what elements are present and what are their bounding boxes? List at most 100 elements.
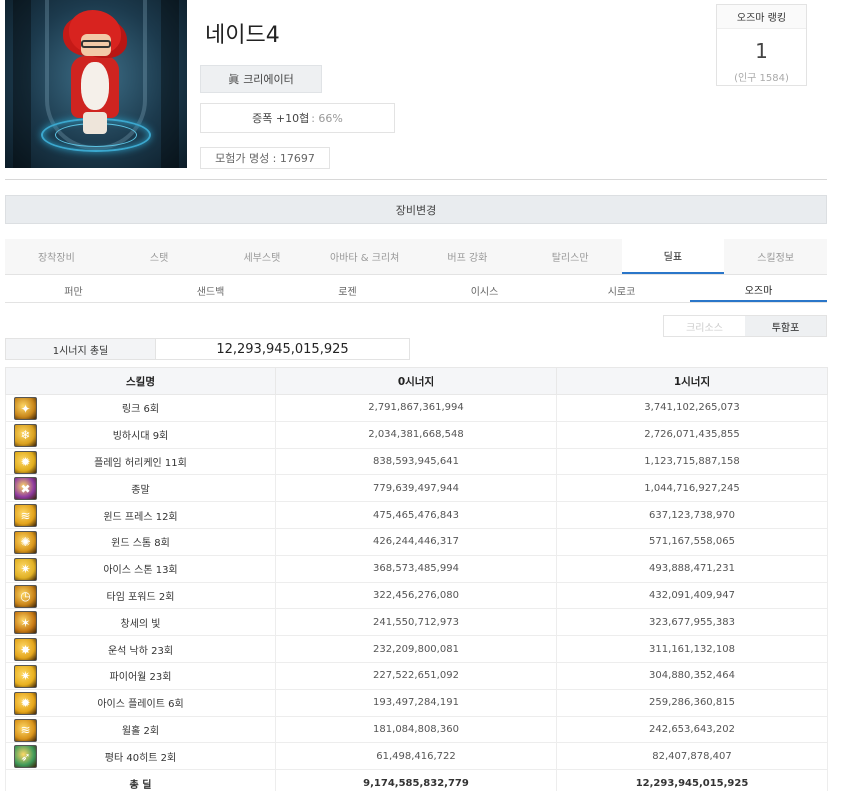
pillar-left (13, 0, 31, 168)
skill-icon: ✷ (14, 557, 37, 581)
skill-icon: ✖ (14, 477, 37, 501)
tab-equipment[interactable]: 장착장비 (5, 239, 108, 274)
damage-synergy1: 493,888,471,231 (556, 554, 828, 583)
skill-name: 평타 40히트 2회 (104, 752, 177, 764)
buff-sub: : 66% (311, 111, 343, 125)
table-row: ✖ 종말 779,639,497,944 1,044,716,927,245 (5, 474, 828, 503)
filter-option-cri[interactable]: 크리소스 (664, 316, 745, 336)
subtab-sirocco[interactable]: 시로코 (553, 279, 690, 302)
damage-synergy0: 322,456,276,080 (275, 581, 557, 610)
subtab-rosen[interactable]: 로젠 (279, 279, 416, 302)
character-name: 네이드4 (205, 23, 280, 48)
table-row: ✸ 운석 낙하 23회 232,209,800,081 311,161,132,108 (5, 635, 828, 663)
damage-table: 스킬명 0시너지 1시너지 ✦ 링크 6회 2,791,867,361,994 3,7… (5, 367, 828, 791)
header-synergy0: 0시너지 (275, 367, 557, 395)
damage-synergy1: 1,123,715,887,158 (556, 447, 828, 476)
synergy-total-label: 1시너지 총딜 (6, 339, 156, 359)
fame-info: 모험가 명성 : 17697 (200, 147, 330, 169)
equip-change-button[interactable]: 장비변경 (5, 195, 827, 224)
skill-icon: ✺ (14, 530, 37, 554)
damage-synergy1: 259,286,360,815 (556, 688, 828, 717)
skill-icon: ✦ (14, 397, 37, 420)
table-row: ≋ 윈드 프레스 12회 475,465,476,843 637,123,738,97… (5, 501, 828, 529)
skill-cell: ≋ 윈드 프레스 12회 (5, 501, 276, 529)
damage-synergy1: 82,407,878,407 (556, 742, 828, 771)
damage-synergy1: 323,677,955,383 (556, 608, 828, 637)
skill-name: 링크 6회 (121, 404, 160, 416)
tab-damage-table[interactable]: 딜표 (621, 239, 725, 274)
table-row: ✺ 윈드 스톰 8회 426,244,446,317 571,167,558,065 (5, 527, 828, 556)
damage-synergy0: 241,550,712,973 (275, 608, 557, 637)
skill-icon: ✹ (14, 691, 37, 715)
skill-name: 타임 포워드 2회 (106, 591, 175, 603)
damage-synergy1: 571,167,558,065 (556, 527, 828, 556)
tab-detail-stats[interactable]: 세부스탯 (211, 239, 314, 274)
header-skill: 스킬명 (5, 367, 276, 395)
ranking-box: 오즈마 랭킹 1 (인구 1584) (716, 4, 807, 86)
guild-icon: 眞 (228, 73, 240, 86)
skill-icon: ✶ (14, 611, 37, 635)
skill-cell: ➶ 평타 40히트 2회 (5, 742, 276, 771)
main-tabs: 장착장비 스탯 세부스탯 아바타 & 크리쳐 버프 강화 탈리스만 딜표 스킬정… (5, 239, 827, 275)
tab-talisman[interactable]: 탈리스만 (519, 239, 622, 274)
skill-cell: ≋ 윌홀 2회 (5, 715, 276, 744)
total-synergy0: 9,174,585,832,779 (275, 769, 557, 791)
ranking-number: 1 (755, 39, 768, 63)
pillar-right (161, 0, 179, 168)
synergy-total: 1시너지 총딜 12,293,945,015,925 (5, 338, 410, 360)
ranking-title: 오즈마 랭킹 (717, 5, 806, 29)
character-glasses (81, 40, 111, 48)
filter-toggle: 크리소스 투함포 (663, 315, 827, 337)
damage-synergy0: 368,573,485,994 (275, 554, 557, 583)
subtab-ozma[interactable]: 오즈마 (690, 279, 827, 302)
character-portrait (5, 0, 187, 168)
damage-synergy0: 232,209,800,081 (275, 635, 557, 663)
skill-icon: ≋ (14, 718, 37, 742)
damage-synergy1: 3,741,102,265,073 (556, 394, 828, 422)
header-synergy1: 1시너지 (556, 367, 828, 395)
tab-buff[interactable]: 버프 강화 (416, 239, 519, 274)
character-legs (83, 112, 107, 134)
tab-avatar-creature[interactable]: 아바타 & 크리쳐 (313, 239, 416, 274)
subtab-isis[interactable]: 이시스 (416, 279, 553, 302)
damage-synergy0: 2,034,381,668,548 (275, 420, 557, 449)
damage-synergy0: 227,522,651,092 (275, 661, 557, 690)
skill-icon: ➶ (14, 745, 37, 769)
skill-cell: ✸ 운석 낙하 23회 (5, 635, 276, 663)
table-row: ➶ 평타 40히트 2회 61,498,416,722 82,407,878,407 (5, 742, 828, 771)
buff-info: 증폭 +10협 : 66% (200, 103, 395, 133)
filter-option-tuham[interactable]: 투함포 (745, 316, 826, 336)
tab-stats[interactable]: 스탯 (108, 239, 211, 274)
skill-cell: ✺ 윈드 스톰 8회 (5, 527, 276, 556)
table-row: ✦ 링크 6회 2,791,867,361,994 3,741,102,265,073 (5, 394, 828, 422)
skill-name: 아이스 플레이트 6회 (97, 699, 184, 711)
damage-synergy1: 2,726,071,435,855 (556, 420, 828, 449)
tab-skill-info[interactable]: 스킬정보 (724, 239, 827, 274)
table-header: 스킬명 0시너지 1시너지 (5, 367, 828, 395)
subtab-perman[interactable]: 퍼만 (5, 279, 142, 302)
damage-synergy1: 1,044,716,927,245 (556, 474, 828, 503)
skill-cell: ❄ 빙하시대 9회 (5, 420, 276, 449)
skill-name: 아이스 스톤 13회 (103, 565, 178, 577)
skill-icon: ◷ (14, 584, 37, 608)
buff-label: 증폭 +10협 (252, 112, 310, 125)
table-row: ✷ 파이어월 23회 227,522,651,092 304,880,352,464 (5, 661, 828, 690)
skill-cell: ◷ 타임 포워드 2회 (5, 581, 276, 610)
damage-synergy0: 475,465,476,843 (275, 501, 557, 529)
damage-synergy1: 637,123,738,970 (556, 501, 828, 529)
table-row: ✷ 아이스 스톤 13회 368,573,485,994 493,888,471,23… (5, 554, 828, 583)
skill-icon: ❄ (14, 423, 37, 447)
subtab-sandbag[interactable]: 샌드백 (142, 279, 279, 302)
table-row: ✶ 창세의 빛 241,550,712,973 323,677,955,383 (5, 608, 828, 637)
sub-tabs: 퍼만 샌드백 로젠 이시스 시로코 오즈마 (5, 279, 827, 303)
damage-synergy1: 304,880,352,464 (556, 661, 828, 690)
skill-cell: ✷ 아이스 스톤 13회 (5, 554, 276, 583)
skill-cell: ✶ 창세의 빛 (5, 608, 276, 637)
total-label: 총 딜 (5, 769, 276, 791)
damage-synergy0: 61,498,416,722 (275, 742, 557, 771)
skill-name: 운석 낙하 23회 (107, 645, 174, 657)
damage-synergy0: 2,791,867,361,994 (275, 394, 557, 422)
damage-synergy0: 838,593,945,641 (275, 447, 557, 476)
total-synergy1: 12,293,945,015,925 (556, 769, 828, 791)
guild-button[interactable]: 眞 크리에이터 (200, 65, 322, 93)
